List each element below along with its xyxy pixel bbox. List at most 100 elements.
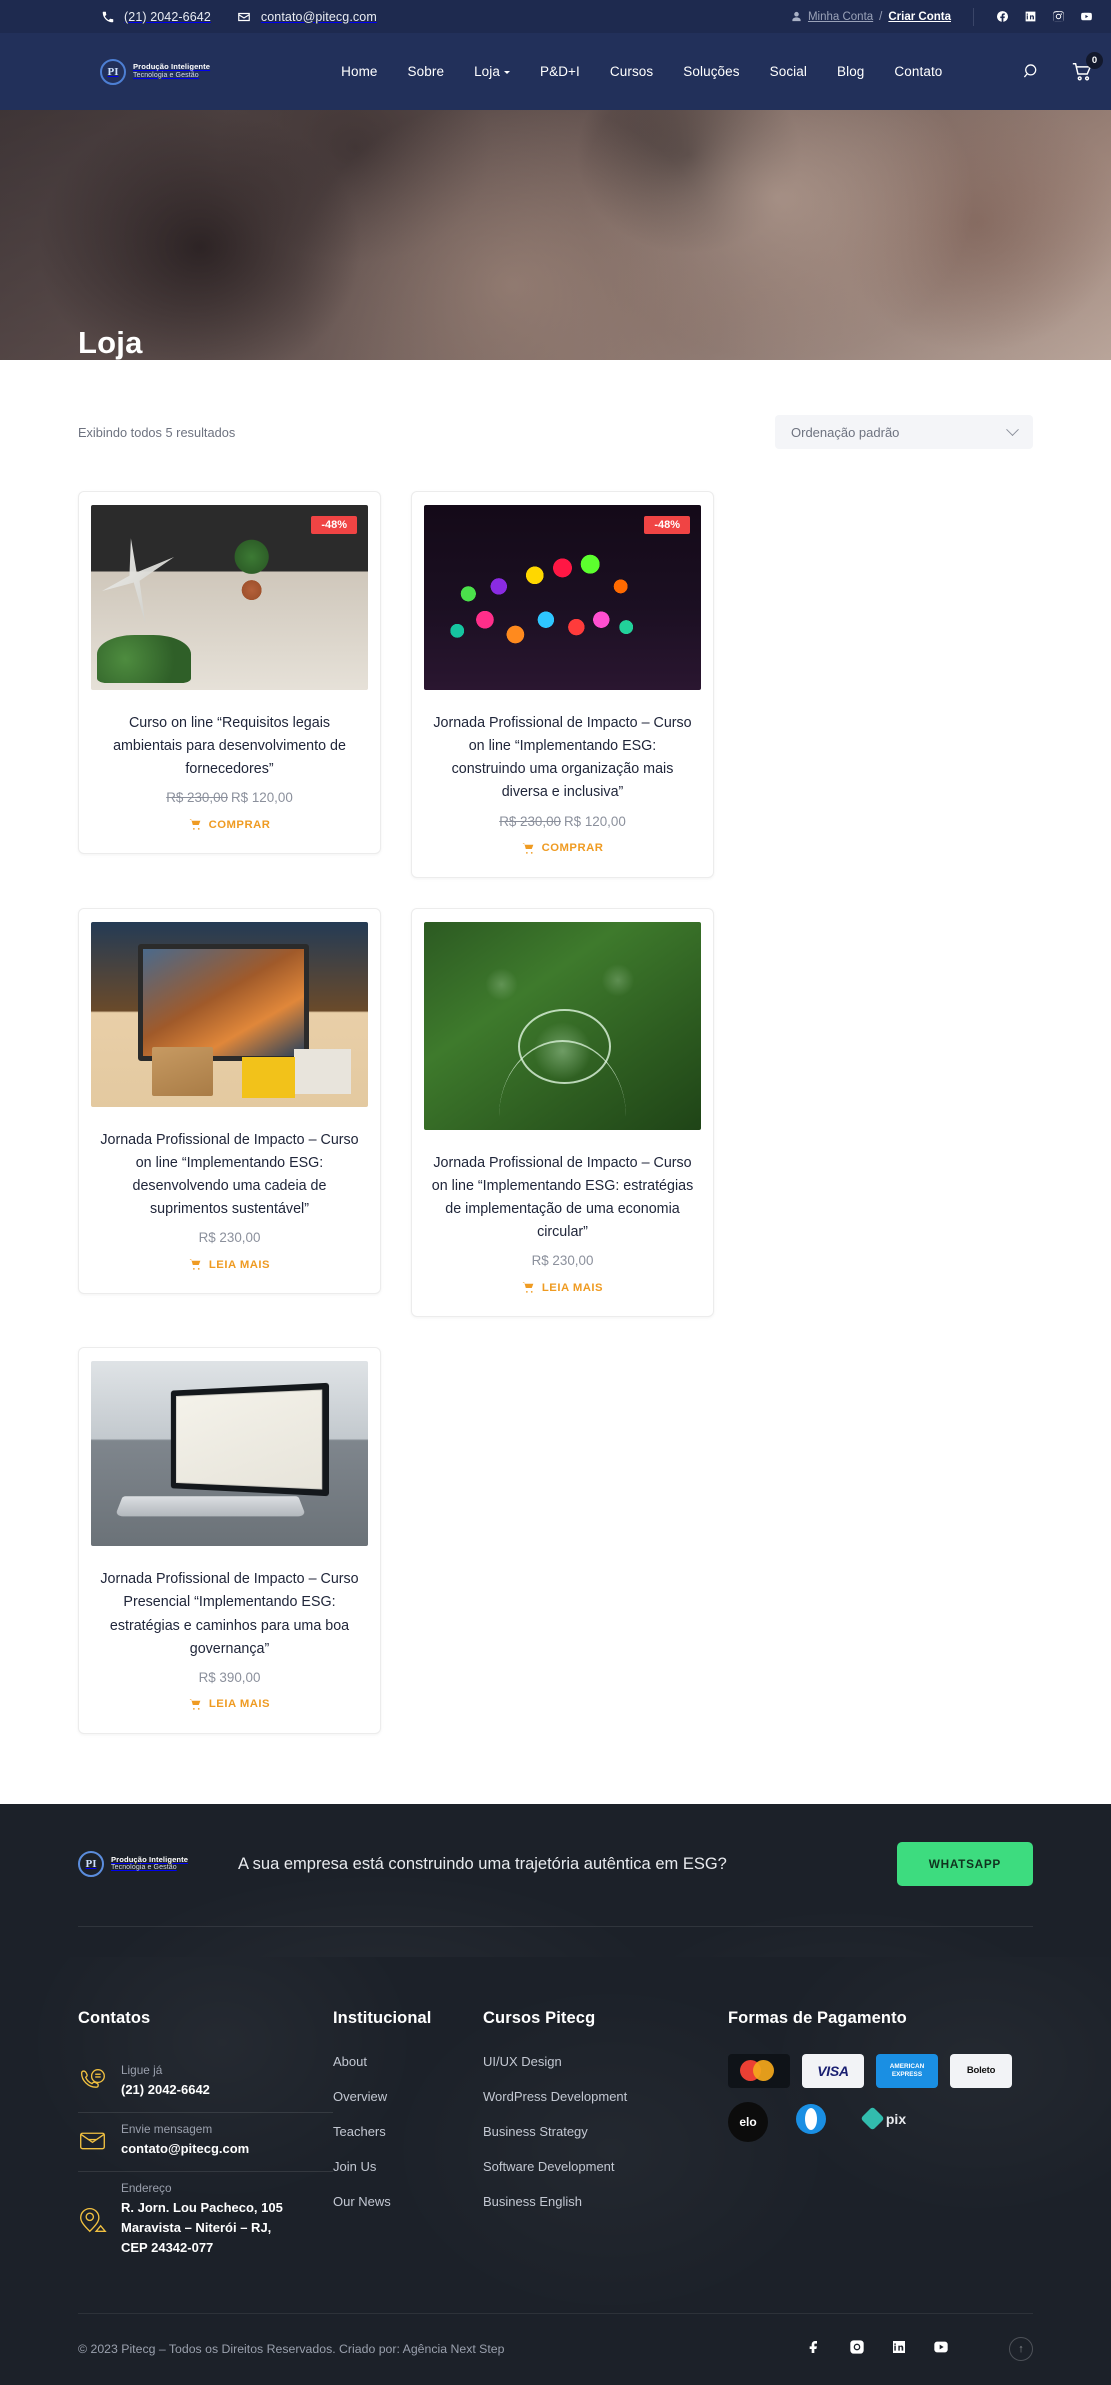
youtube-icon[interactable] xyxy=(1080,10,1093,23)
nav-item-loja[interactable]: Loja xyxy=(474,64,510,79)
elo-icon: elo xyxy=(728,2101,768,2142)
read-more-button[interactable]: LEIA MAIS xyxy=(189,1258,270,1271)
topbar-socials xyxy=(996,10,1093,23)
product-card[interactable]: -48% Curso on line “Requisitos legais am… xyxy=(78,491,381,855)
footer-column-institucional: Institucional About Overview Teachers Jo… xyxy=(333,2009,483,2271)
read-more-button-label: LEIA MAIS xyxy=(208,1258,271,1271)
price-new: R$ 230,00 xyxy=(198,1230,261,1246)
product-card[interactable]: -48% Jornada Profissional de Impacto – C… xyxy=(411,491,714,878)
create-account-link[interactable]: Criar Conta xyxy=(888,11,951,23)
cta-band: PI Produção Inteligente Tecnologia e Ges… xyxy=(0,1803,1111,1957)
buy-button[interactable]: COMPRAR xyxy=(522,842,604,855)
nav-item-solucoes[interactable]: Soluções xyxy=(683,64,739,79)
search-icon[interactable] xyxy=(1022,62,1041,81)
to-top-icon[interactable]: ↑ xyxy=(1009,2337,1033,2362)
nav-item-pdi[interactable]: P&D+I xyxy=(540,64,580,79)
footer-link-join-us[interactable]: Join Us xyxy=(333,2159,483,2174)
contact-address-label: Endereço xyxy=(121,2181,172,2196)
nav-menu: Home Sobre Loja P&D+I Cursos Soluções So… xyxy=(341,64,942,79)
my-account-link[interactable]: Minha Conta xyxy=(808,11,873,23)
site-logo[interactable]: PI Produção Inteligente Tecnologia e Ges… xyxy=(100,58,211,85)
topbar-phone[interactable]: (21) 2042-6642 xyxy=(100,9,211,24)
youtube-icon[interactable] xyxy=(933,2339,949,2360)
footer-socials: ↑ xyxy=(807,2337,1033,2362)
product-card[interactable]: Jornada Profissional de Impacto – Curso … xyxy=(411,907,714,1318)
footer-link-teachers[interactable]: Teachers xyxy=(333,2124,483,2139)
logo-line-1: Produção Inteligente xyxy=(133,62,211,72)
footer-link-overview[interactable]: Overview xyxy=(333,2089,483,2104)
instagram-icon[interactable] xyxy=(1052,10,1065,23)
product-title[interactable]: Jornada Profissional de Impacto – Curso … xyxy=(425,1152,700,1245)
footer-column-contacts: Contatos Ligue já (21) 2042-6642 Envie m… xyxy=(78,2009,333,2271)
footer-columns: Contatos Ligue já (21) 2042-6642 Envie m… xyxy=(78,2009,1033,2271)
nav-item-blog[interactable]: Blog xyxy=(837,64,864,79)
cart-icon xyxy=(522,1282,534,1293)
product-image[interactable]: -48% xyxy=(424,505,701,690)
linkedin-icon[interactable] xyxy=(1024,10,1037,23)
facebook-icon[interactable] xyxy=(807,2339,823,2360)
footer-link-business-strategy[interactable]: Business Strategy xyxy=(483,2124,728,2139)
product-image[interactable] xyxy=(91,1361,368,1547)
buy-button[interactable]: COMPRAR xyxy=(189,818,271,831)
price-new: R$ 230,00 xyxy=(531,1253,594,1269)
topbar-email-text: contato@pitecg.com xyxy=(260,9,377,24)
footer-link-our-news[interactable]: Our News xyxy=(333,2194,483,2209)
product-price: R$ 390,00 xyxy=(199,1670,261,1685)
cta-inner: PI Produção Inteligente Tecnologia e Ges… xyxy=(78,1841,1033,1886)
cart-icon xyxy=(189,1259,201,1270)
price-old: R$ 230,00 xyxy=(499,813,561,829)
map-pin-icon xyxy=(78,2205,107,2234)
footer-link-uiux-design[interactable]: UI/UX Design xyxy=(483,2054,728,2069)
read-more-button-label: LEIA MAIS xyxy=(541,1281,604,1294)
nav-item-loja-label: Loja xyxy=(474,64,500,79)
footer-link-software-development[interactable]: Software Development xyxy=(483,2159,728,2174)
shop-section: Exibindo todos 5 resultados Ordenação pa… xyxy=(0,360,1111,1804)
footer-link-about[interactable]: About xyxy=(333,2054,483,2069)
product-title[interactable]: Curso on line “Requisitos legais ambient… xyxy=(92,712,367,781)
contact-row-email[interactable]: Envie mensagem contato@pitecg.com xyxy=(78,2112,333,2171)
topbar-phone-text: (21) 2042-6642 xyxy=(124,9,211,24)
chevron-down-icon xyxy=(1006,422,1019,436)
nav-item-cursos[interactable]: Cursos xyxy=(610,64,653,79)
product-title[interactable]: Jornada Profissional de Impacto – Curso … xyxy=(92,1129,367,1222)
cart-icon xyxy=(522,842,533,854)
whatsapp-button[interactable]: WHATSAPP xyxy=(896,1841,1033,1886)
payment-methods: VISA AMERICAN EXPRESS Boleto elo pix xyxy=(728,2053,1028,2142)
linkedin-icon[interactable] xyxy=(891,2339,907,2360)
product-image[interactable] xyxy=(424,921,701,1130)
cart-icon[interactable]: 0 xyxy=(1071,51,1103,83)
footer-bottom-bar: © 2023 Pitecg – Todos os Direitos Reserv… xyxy=(78,2312,1033,2385)
sort-dropdown[interactable]: Ordenação padrão xyxy=(775,415,1033,449)
product-card[interactable]: Jornada Profissional de Impacto – Curso … xyxy=(78,1347,381,1734)
sort-dropdown-value: Ordenação padrão xyxy=(791,424,900,440)
product-image[interactable]: -48% xyxy=(91,505,368,690)
contact-row-phone[interactable]: Ligue já (21) 2042-6642 xyxy=(78,2054,333,2112)
footer-link-business-english[interactable]: Business English xyxy=(483,2194,728,2209)
product-image[interactable] xyxy=(91,921,368,1107)
cta-logo[interactable]: PI Produção Inteligente Tecnologia e Ges… xyxy=(78,1850,238,1877)
instagram-icon[interactable] xyxy=(849,2339,865,2360)
facebook-icon[interactable] xyxy=(996,10,1009,23)
discount-badge: -48% xyxy=(311,516,357,534)
nav-item-social[interactable]: Social xyxy=(770,64,807,79)
product-card[interactable]: Jornada Profissional de Impacto – Curso … xyxy=(78,907,381,1295)
read-more-button[interactable]: LEIA MAIS xyxy=(189,1698,270,1711)
read-more-button[interactable]: LEIA MAIS xyxy=(522,1281,603,1294)
footer-link-wordpress-development[interactable]: WordPress Development xyxy=(483,2089,728,2104)
contact-row-address[interactable]: Endereço R. Jorn. Lou Pacheco, 105 Marav… xyxy=(78,2171,333,2270)
logo-line-2: Tecnologia e Gestão xyxy=(133,71,199,79)
contact-email-label: Envie mensagem xyxy=(121,2122,213,2137)
product-title[interactable]: Jornada Profissional de Impacto – Curso … xyxy=(425,712,700,805)
nav-item-sobre[interactable]: Sobre xyxy=(408,64,445,79)
product-title[interactable]: Jornada Profissional de Impacto – Curso … xyxy=(92,1568,367,1661)
nav-item-home[interactable]: Home xyxy=(341,64,377,79)
footer-column-payments: Formas de Pagamento VISA AMERICAN EXPRES… xyxy=(728,2009,1033,2271)
topbar-email[interactable]: contato@pitecg.com xyxy=(237,9,377,24)
nav-item-contato[interactable]: Contato xyxy=(894,64,942,79)
buy-button-label: COMPRAR xyxy=(541,842,604,855)
cta-logo-line-2: Tecnologia e Gestão xyxy=(111,1864,177,1872)
page-root: (21) 2042-6642 contato@pitecg.com Minha … xyxy=(0,0,1111,2385)
pix-icon: pix xyxy=(854,2102,916,2136)
footer-heading-institucional: Institucional xyxy=(333,2008,432,2027)
read-more-button-label: LEIA MAIS xyxy=(208,1698,271,1711)
